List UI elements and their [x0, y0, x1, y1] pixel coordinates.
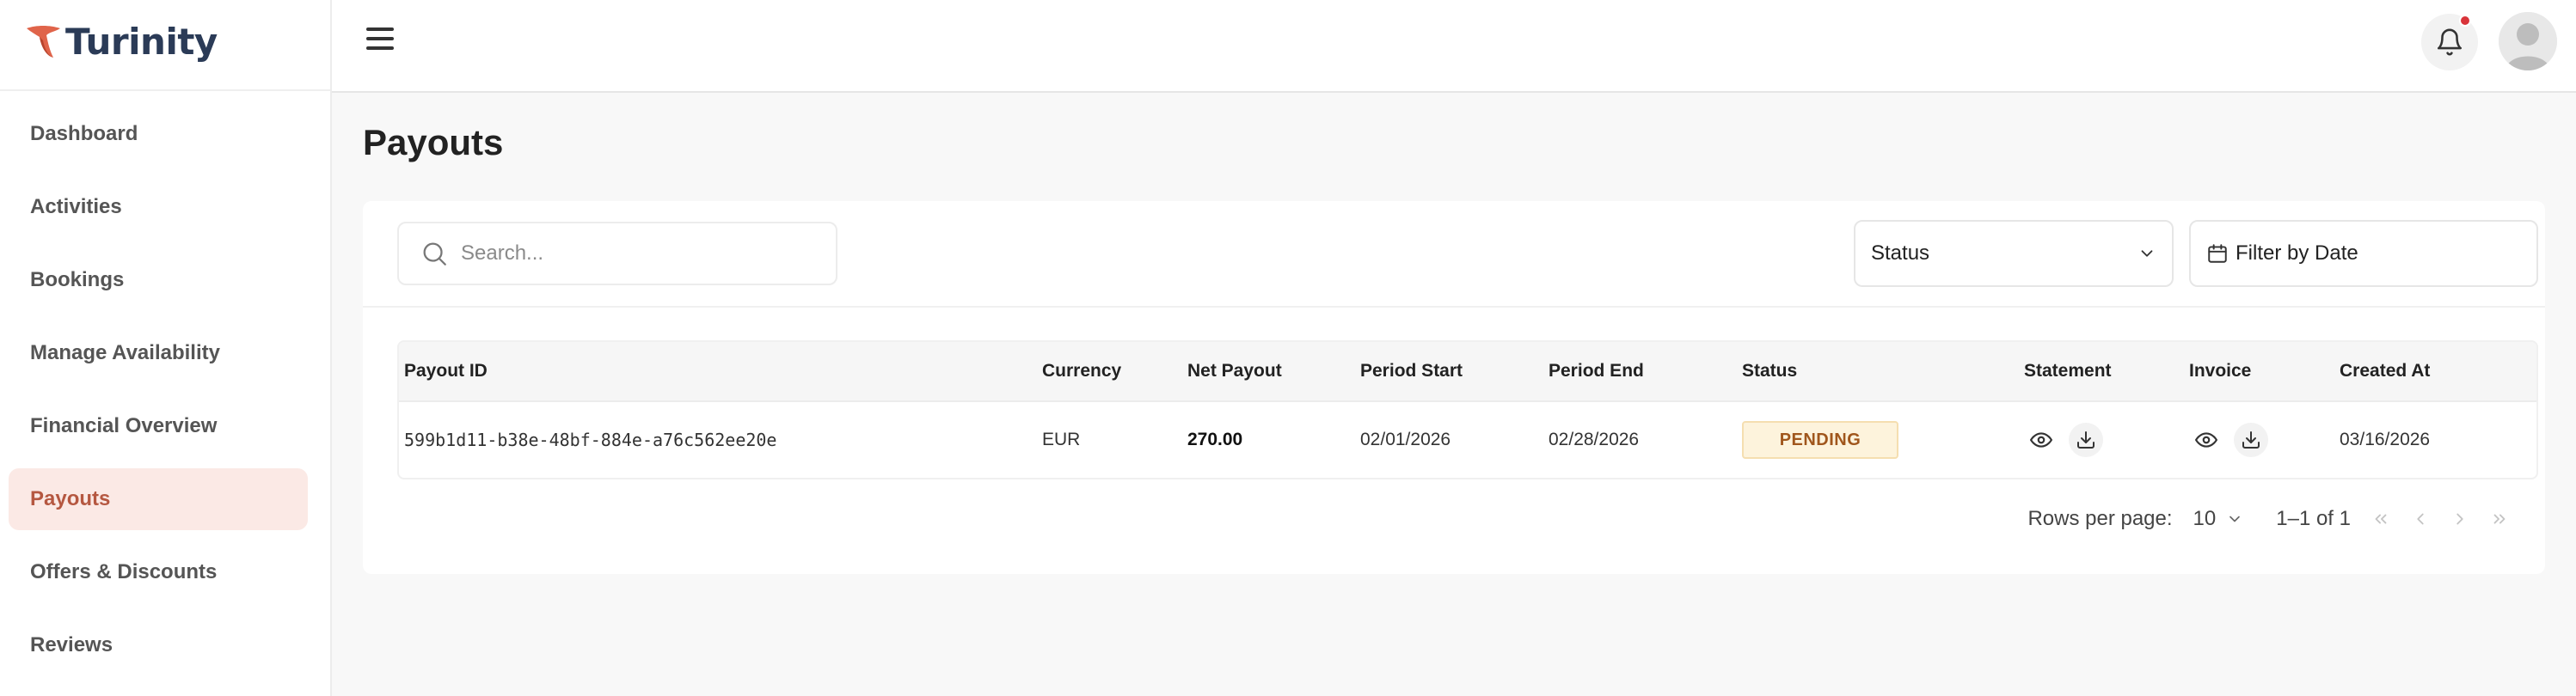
- sidebar-item-activities[interactable]: Activities: [9, 176, 308, 238]
- app-logo[interactable]: Turinity: [24, 17, 218, 65]
- previous-page-button[interactable]: [2401, 502, 2440, 536]
- chevron-down-icon: [2229, 516, 2241, 522]
- sidebar-item-payouts[interactable]: Payouts: [9, 468, 308, 530]
- card-divider: [363, 306, 2545, 308]
- sidebar-item-offers-discounts[interactable]: Offers & Discounts: [9, 541, 308, 603]
- search-icon: [423, 242, 446, 266]
- rows-per-page-select[interactable]: 10: [2193, 507, 2244, 531]
- sidebar-item-dashboard[interactable]: Dashboard: [9, 103, 308, 165]
- sidebar-item-reviews[interactable]: Reviews: [9, 614, 308, 676]
- payouts-table: Payout ID Currency Net Payout Period Sta…: [397, 340, 2538, 479]
- bell-icon: [2437, 28, 2463, 56]
- invoice-actions: [2189, 402, 2279, 478]
- notification-dot: [2459, 15, 2471, 27]
- download-statement-button[interactable]: [2069, 423, 2103, 457]
- sidebar-divider: [0, 89, 330, 91]
- eye-icon: [2030, 432, 2052, 448]
- top-header: [332, 0, 2576, 93]
- first-page-button[interactable]: [2361, 502, 2401, 536]
- rows-per-page-value: 10: [2193, 507, 2217, 530]
- view-statement-button[interactable]: [2024, 423, 2058, 457]
- column-header-net-payout[interactable]: Net Payout: [1187, 342, 1282, 400]
- date-filter-label: Filter by Date: [2236, 241, 2358, 265]
- payout-id-cell: 599b1d11-b38e-48bf-884e-a76c562ee20e: [404, 430, 777, 450]
- view-invoice-button[interactable]: [2189, 423, 2223, 457]
- chevron-down-icon: [2141, 250, 2153, 257]
- currency-cell: EUR: [1042, 430, 1081, 449]
- date-filter-button[interactable]: Filter by Date: [2189, 220, 2538, 287]
- turinity-logo-icon: [27, 26, 60, 58]
- payouts-card: Status Filter by Date Payout ID Currency…: [363, 201, 2545, 574]
- status-badge: PENDING: [1742, 421, 1898, 459]
- pagination: Rows per page: 10 1–1 of 1: [2027, 502, 2519, 536]
- net-payout-cell: 270.00: [1187, 430, 1243, 449]
- column-header-payout-id[interactable]: Payout ID: [404, 342, 488, 400]
- user-avatar[interactable]: [2499, 12, 2557, 70]
- search-box[interactable]: [397, 222, 837, 285]
- column-header-period-start[interactable]: Period Start: [1360, 342, 1463, 400]
- search-input[interactable]: [461, 241, 805, 266]
- calendar-icon: [2208, 244, 2227, 263]
- statement-actions: [2024, 402, 2113, 478]
- table-header-row: Payout ID Currency Net Payout Period Sta…: [399, 342, 2536, 402]
- download-invoice-button[interactable]: [2234, 423, 2268, 457]
- status-select-label: Status: [1871, 241, 1930, 265]
- app-name: Turinity: [65, 20, 218, 63]
- download-icon: [2077, 431, 2095, 449]
- table-row[interactable]: 599b1d11-b38e-48bf-884e-a76c562ee20e EUR…: [399, 402, 2536, 478]
- column-header-status[interactable]: Status: [1742, 342, 1797, 400]
- column-header-statement: Statement: [2024, 361, 2112, 381]
- column-header-invoice: Invoice: [2189, 361, 2252, 381]
- user-avatar-icon: [2499, 12, 2557, 70]
- period-end-cell: 02/28/2026: [1549, 430, 1640, 449]
- page-range: 1–1 of 1: [2276, 507, 2351, 530]
- column-header-period-end[interactable]: Period End: [1549, 342, 1644, 400]
- sidebar: Turinity Dashboard Activities Bookings M…: [0, 0, 332, 696]
- hamburger-icon[interactable]: [366, 26, 394, 52]
- status-cell: PENDING: [1742, 402, 1898, 478]
- chevron-left-icon: [2417, 513, 2424, 525]
- chevron-right-icon: [2456, 513, 2463, 525]
- column-header-currency[interactable]: Currency: [1042, 342, 1121, 400]
- sidebar-item-manage-availability[interactable]: Manage Availability: [9, 322, 308, 384]
- sidebar-item-bookings[interactable]: Bookings: [9, 249, 308, 311]
- last-page-button[interactable]: [2480, 502, 2519, 536]
- sidebar-nav: Dashboard Activities Bookings Manage Ava…: [9, 103, 308, 687]
- sidebar-item-financial-overview[interactable]: Financial Overview: [9, 395, 308, 457]
- download-icon: [2242, 431, 2260, 449]
- page-title: Payouts: [363, 122, 504, 162]
- created-at-cell: 03/16/2026: [2340, 430, 2431, 449]
- period-start-cell: 02/01/2026: [1360, 430, 1451, 449]
- notifications-button[interactable]: [2421, 14, 2478, 70]
- chevrons-right-icon: [2493, 514, 2505, 524]
- rows-per-page-label: Rows per page:: [2027, 507, 2173, 530]
- chevrons-left-icon: [2375, 514, 2387, 524]
- status-select[interactable]: Status: [1854, 220, 2174, 287]
- eye-icon: [2195, 432, 2217, 448]
- column-header-created-at[interactable]: Created At: [2340, 342, 2430, 400]
- next-page-button[interactable]: [2440, 502, 2480, 536]
